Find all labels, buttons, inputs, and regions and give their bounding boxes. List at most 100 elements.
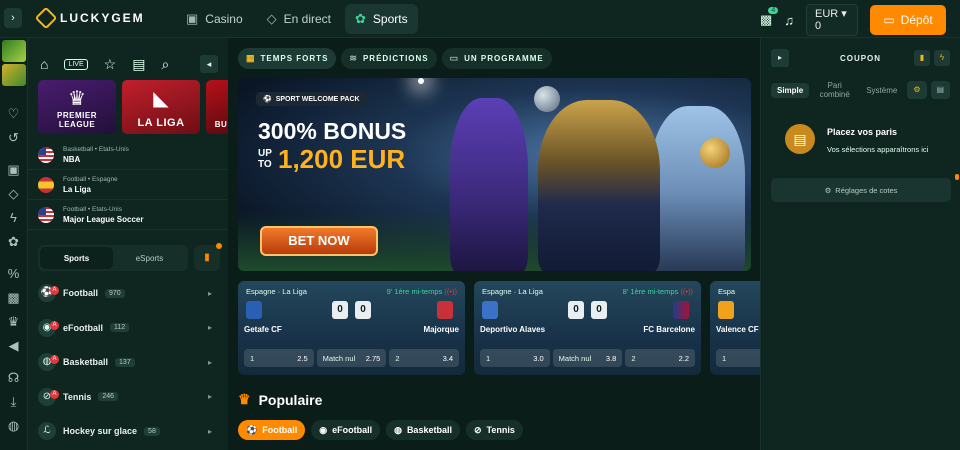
settings-sliders-icon[interactable]: ⚙ xyxy=(907,81,927,99)
calendar-icon: ▭ xyxy=(449,53,460,63)
coupon-title: COUPON xyxy=(839,53,882,63)
nav-casino[interactable]: ▣ Casino xyxy=(176,4,253,34)
heart-icon[interactable]: ♡ xyxy=(0,102,27,126)
la-liga-logo-icon: ◣ xyxy=(153,88,169,110)
tab-sports[interactable]: Sports xyxy=(40,247,113,269)
home-icon[interactable]: ⌂ xyxy=(40,56,48,72)
league-card-bundesliga[interactable]: BU xyxy=(206,80,228,134)
top-league-item[interactable]: Football • Etats-Unis Major League Socce… xyxy=(28,200,228,230)
away-team: Majorque xyxy=(423,325,459,334)
support-icon[interactable]: ☊ xyxy=(0,366,27,390)
match-time: 8' 1ère mi-temps ((•)) xyxy=(622,287,693,296)
tab-schedule[interactable]: ▭ UN PROGRAMME xyxy=(441,48,552,69)
top-league-item[interactable]: Basketball • Etats-Unis NBA xyxy=(28,140,228,170)
chip-football[interactable]: ⚽ Football xyxy=(238,420,306,440)
odd-away[interactable]: 2 3.4 xyxy=(389,349,460,367)
collapse-sidebar-button[interactable]: ◂ xyxy=(200,55,218,73)
gift-icon[interactable]: ▩ 4 xyxy=(760,7,779,28)
tab-esports[interactable]: eSports xyxy=(113,247,186,269)
odds-settings-button[interactable]: ⚙ Réglages de cotes xyxy=(771,178,951,202)
soccer-ball-icon[interactable]: ✿ xyxy=(0,230,27,254)
star-icon[interactable]: ☆ xyxy=(104,56,117,73)
odd-home[interactable]: 1 3.0 xyxy=(480,349,550,367)
nav-sports[interactable]: ✿ Sports xyxy=(345,4,418,34)
odd-draw[interactable]: Match nul 3.8 xyxy=(552,349,623,367)
tab-highlights[interactable]: ▦ TEMPS FORTS xyxy=(238,48,337,69)
match-card[interactable]: Espagne · La Liga 8' 1ère mi-temps ((•))… xyxy=(474,281,701,375)
sport-item-tennis[interactable]: ⊘ A Tennis 246 ▸ xyxy=(28,380,228,415)
top-league-item[interactable]: Football • Espagne La Liga xyxy=(28,170,228,200)
chip-efootball[interactable]: ◉ eFootball xyxy=(311,420,381,440)
search-icon[interactable]: ⌕ xyxy=(161,56,169,73)
league-card-premier-league[interactable]: ♛ PREMIER LEAGUE xyxy=(38,80,116,134)
cards-icon[interactable]: ▣ xyxy=(0,158,27,182)
bolt-icon[interactable]: ϟ xyxy=(0,206,27,230)
crown-icon[interactable]: ♛ xyxy=(0,310,27,334)
megaphone-icon[interactable]: ◀ xyxy=(0,334,27,358)
getafe-crest-icon xyxy=(246,301,262,319)
percent-icon[interactable]: % xyxy=(0,262,27,286)
us-flag-icon xyxy=(38,206,54,223)
odds-settings-label: Réglages de cotes xyxy=(835,185,898,195)
soccer-ball-icon: ⚽ xyxy=(263,96,272,103)
chip-basketball[interactable]: ◍ Basketball xyxy=(386,420,460,440)
tab-system[interactable]: Système xyxy=(860,83,903,98)
banner-headline: 300% BONUS xyxy=(258,118,407,144)
match-card[interactable]: Espagne · La Liga 9' 1ère mi-temps ((•))… xyxy=(238,281,465,375)
tab-simple[interactable]: Simple xyxy=(771,82,810,98)
odd-home[interactable]: 1 2.5 xyxy=(244,349,314,367)
betslip-history-icon[interactable]: ▤ xyxy=(132,56,145,73)
odd-away[interactable]: 2 2.2 xyxy=(625,349,696,367)
league-card-la-liga[interactable]: ◣ LA LIGA xyxy=(122,80,200,134)
top-leagues-list: Basketball • Etats-Unis NBA Football • E… xyxy=(28,140,228,230)
soccer-ball-icon: ⚽ xyxy=(246,424,258,435)
sport-item-basketball[interactable]: ◍ A Basketball 137 ▸ xyxy=(28,345,228,380)
match-league: Espa xyxy=(718,287,736,296)
chip-label: eFootball xyxy=(332,425,373,435)
tab-predictions[interactable]: ≋ PRÉDICTIONS xyxy=(341,48,437,69)
gift-count-badge: 4 xyxy=(768,7,779,14)
rail-game-thumb[interactable] xyxy=(2,40,26,62)
gem-icon xyxy=(34,6,58,30)
home-score: 0 xyxy=(568,301,584,319)
live-matches-carousel: Espagne · La Liga 9' 1ère mi-temps ((•))… xyxy=(238,281,760,375)
sport-count: 970 xyxy=(105,288,125,298)
gift-icon[interactable]: ▩ xyxy=(0,286,27,310)
tab-combo[interactable]: Pari combiné xyxy=(813,78,856,102)
sport-item-football[interactable]: ⚽ A Football 970 ▸ xyxy=(28,276,228,311)
live-tv-icon[interactable]: LIVE xyxy=(64,58,88,70)
wallet-icon: ▭ xyxy=(883,13,895,27)
stats-button[interactable]: ▮ xyxy=(194,243,222,271)
chevron-right-icon: ▸ xyxy=(207,426,212,436)
brand-logo[interactable]: LUCKYGEM xyxy=(34,6,145,30)
rail-game-thumb[interactable] xyxy=(2,64,26,86)
mallorca-crest-icon xyxy=(437,301,453,319)
bet-now-button[interactable]: BET NOW xyxy=(260,226,378,256)
sidebar-toolbar: ⌂ LIVE ☆ ▤ ⌕ ◂ xyxy=(28,38,228,78)
sports-esports-toggle: Sports eSports xyxy=(38,245,188,271)
sport-name: Basketball xyxy=(63,357,109,368)
scroll-indicator[interactable] xyxy=(955,174,959,180)
tennis-racket-icon: ⊘ A xyxy=(38,387,59,406)
sport-item-efootball[interactable]: ◉ A eFootball 112 ▸ xyxy=(28,311,228,346)
promo-banner[interactable]: ⚽ SPORT WELCOME PACK 300% BONUS UP TO 1,… xyxy=(238,78,751,271)
player-image xyxy=(450,98,528,271)
sport-item-ice-hockey[interactable]: ℒ Hockey sur glace 58 ▸ xyxy=(28,414,228,449)
sport-count: 246 xyxy=(98,392,119,402)
soccer-ball-icon: ✿ xyxy=(355,11,366,26)
history-icon[interactable]: ↺ xyxy=(0,126,27,150)
live-diamond-icon[interactable]: ◇ xyxy=(0,182,27,206)
odd-home[interactable]: 1 xyxy=(716,349,760,367)
left-rail: ♡ ↺ ▣ ◇ ϟ ✿ % ▩ ♛ ◀ ☊ ⤓ ◍ xyxy=(0,38,28,450)
download-icon[interactable]: ⤓ xyxy=(0,390,27,414)
bell-icon[interactable]: ♫ xyxy=(784,13,794,28)
expand-rail-button[interactable]: › xyxy=(4,8,22,28)
delete-icon[interactable]: ▤ xyxy=(930,81,950,99)
deposit-button[interactable]: ▭ Dépôt xyxy=(870,5,946,35)
nav-live[interactable]: ◇ En direct xyxy=(257,4,341,34)
match-card[interactable]: Espa Valence CF 1 xyxy=(710,281,760,375)
chip-tennis[interactable]: ⊘ Tennis xyxy=(465,420,523,440)
globe-icon[interactable]: ◍ xyxy=(0,414,27,438)
balance-selector[interactable]: EUR ▾ 0 xyxy=(806,4,858,36)
odd-draw[interactable]: Match nul 2.75 xyxy=(316,349,387,367)
